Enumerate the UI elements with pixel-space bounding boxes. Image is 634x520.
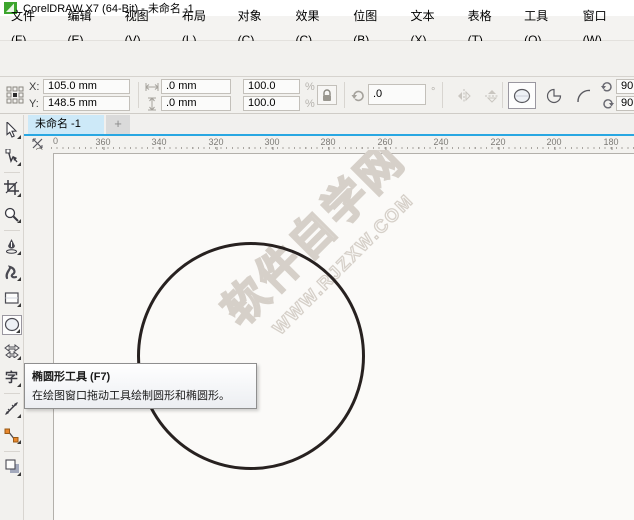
connector-tool-icon [4, 428, 19, 443]
crop-tool[interactable] [2, 178, 22, 198]
property-bar: X: 105.0 mm Y: 148.5 mm .0 mm .0 mm 100.… [0, 77, 634, 114]
toolbox: 字 [0, 115, 24, 520]
propbar-separator [502, 82, 503, 108]
scale-y-field[interactable]: 100.0 [243, 96, 300, 111]
hruler-tick-label: 300 [264, 137, 279, 147]
rotation-icon [351, 88, 365, 102]
arc-icon [575, 88, 593, 104]
crop-tool-icon [4, 180, 19, 195]
standard-toolbar: ✂ PDF 75% [0, 41, 634, 77]
tooltip: 椭圆形工具 (F7) 在绘图窗口拖动工具绘制圆形和椭圆形。 [24, 363, 257, 409]
hruler-tick-label: 220 [490, 137, 505, 147]
arc-mode-button[interactable] [570, 82, 598, 109]
polygon-tool-icon [4, 344, 20, 358]
mirror-horizontal-button[interactable] [450, 82, 478, 109]
toolbox-divider [4, 230, 20, 231]
lock-ratio-button[interactable] [317, 85, 337, 105]
zoom-tool[interactable] [2, 204, 22, 224]
object-height-icon [147, 97, 157, 111]
tooltip-description: 在绘图窗口拖动工具绘制圆形和椭圆形。 [32, 387, 249, 403]
propbar-separator [138, 82, 139, 108]
shape-tool[interactable] [2, 147, 22, 167]
document-tab-active[interactable]: 未命名 -1 [28, 115, 104, 134]
y-position-field[interactable]: 148.5 mm [43, 96, 130, 111]
text-tool-icon: 字 [5, 371, 18, 384]
lock-icon [321, 89, 333, 102]
hruler-tick-label: 260 [377, 137, 392, 147]
ellipse-mode-button[interactable] [508, 82, 536, 109]
rectangle-tool[interactable] [2, 288, 22, 308]
x-position-field[interactable]: 105.0 mm [43, 79, 130, 94]
object-width-field[interactable]: .0 mm [161, 79, 231, 94]
arc-start-icon [601, 80, 614, 92]
document-tab-bar: 未命名 -1 + [24, 115, 634, 136]
drawn-circle-object[interactable] [137, 242, 365, 470]
menu-bar: 文件(F)编辑(E)视图(V)布局(L)对象(C)效果(C)位图(B)文本(X)… [0, 16, 634, 41]
object-width-icon [145, 82, 159, 92]
ellipse-tool-icon [4, 317, 20, 332]
hruler-tick-label: 240 [433, 137, 448, 147]
freehand-tool-icon [4, 238, 19, 254]
pick-tool-icon [4, 122, 19, 138]
propbar-separator [344, 82, 345, 108]
object-position-icon [6, 86, 24, 104]
scale-x-field[interactable]: 100.0 [243, 79, 300, 94]
rotation-angle-field[interactable]: .0 [368, 84, 426, 105]
text-tool[interactable]: 字 [2, 368, 22, 388]
zoom-tool-icon [4, 207, 19, 222]
hruler-tick-label: 200 [546, 137, 561, 147]
propbar-separator [442, 82, 443, 108]
x-position-label: X: [29, 81, 39, 93]
arc-end-icon [601, 97, 614, 109]
polygon-tool[interactable] [2, 341, 22, 361]
pie-icon [545, 88, 563, 104]
pick-tool[interactable] [2, 120, 22, 140]
y-position-label: Y: [29, 98, 39, 110]
drop-shadow-tool-icon [4, 459, 20, 474]
rectangle-tool-icon [4, 291, 20, 305]
degree-sign: ° [431, 86, 435, 98]
scale-x-percent-sign: % [305, 81, 315, 93]
hruler-tick-label: 280 [320, 137, 335, 147]
arc-end-angle-field[interactable]: 90.0 [616, 96, 634, 111]
hruler-tick-label: 340 [151, 137, 166, 147]
tooltip-title: 椭圆形工具 (F7) [32, 368, 249, 384]
pie-mode-button[interactable] [540, 82, 568, 109]
arc-start-angle-field[interactable]: 90.0 [616, 79, 634, 94]
app-window: CorelDRAW X7 (64-Bit) - 未命名 -1 文件(F)编辑(E… [0, 0, 634, 520]
object-height-field[interactable]: .0 mm [161, 96, 231, 111]
ruler-origin-label: 0 [53, 136, 58, 146]
new-document-tab-button[interactable]: + [106, 115, 130, 134]
artistic-media-tool-icon [4, 265, 19, 280]
artistic-media-tool[interactable] [2, 262, 22, 282]
dimension-tool[interactable] [2, 399, 22, 419]
dimension-tool-icon [4, 401, 19, 416]
hruler-tick-label: 360 [95, 137, 110, 147]
shape-tool-icon [4, 149, 19, 165]
scale-y-percent-sign: % [305, 98, 315, 110]
canvas-area[interactable]: 软件自学网 WWW.RJZXW.COM 椭圆形工具 (F7) 在绘图窗口拖动工具… [24, 150, 634, 520]
ellipse-icon [513, 88, 531, 104]
connector-tool[interactable] [2, 425, 22, 445]
hruler-tick-label: 320 [208, 137, 223, 147]
toolbox-divider [4, 451, 20, 452]
drop-shadow-tool[interactable] [2, 457, 22, 477]
horizontal-ruler[interactable]: 0 360 340 320 300 280 260 240 220 200 180 [51, 136, 634, 150]
toolbox-divider [4, 172, 20, 173]
ellipse-tool[interactable] [2, 315, 22, 335]
freehand-tool[interactable] [2, 236, 22, 256]
hruler-tick-label: 180 [603, 137, 618, 147]
toolbox-divider [4, 393, 20, 394]
